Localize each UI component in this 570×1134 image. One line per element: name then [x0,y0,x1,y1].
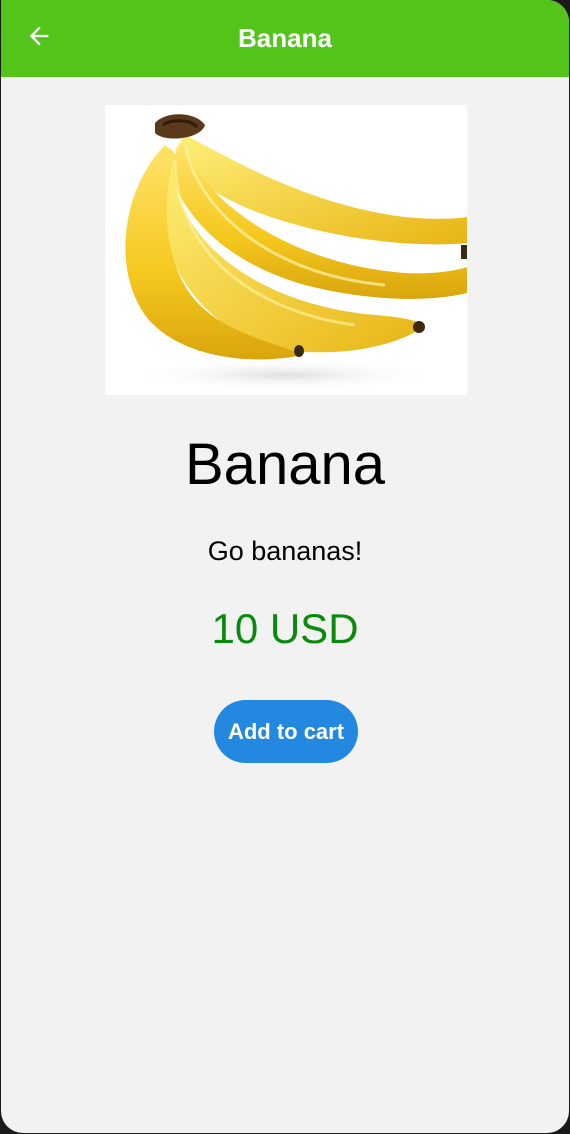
add-to-cart-button[interactable]: Add to cart [214,700,358,763]
product-price: 10 USD [211,605,359,652]
product-name: Banana [185,432,385,497]
product-image [105,105,467,395]
app-bar: Banana [1,0,569,77]
banana-illustration [125,114,467,391]
page-title: Banana [238,23,332,53]
app-screen: Banana Banana Go bananas! 10 USD Add to … [1,0,569,1133]
product-description: Go bananas! [207,536,363,566]
